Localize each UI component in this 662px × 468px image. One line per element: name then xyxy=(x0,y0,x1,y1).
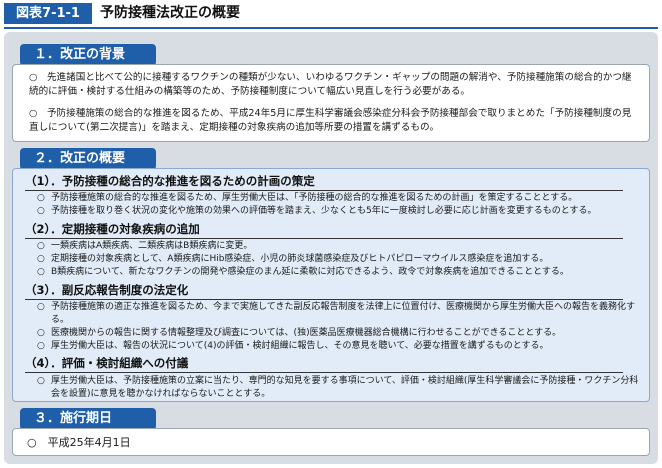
subsection-4-underline xyxy=(25,372,623,373)
subsection-3-title: （3）．副反応報告制度の法定化 xyxy=(25,283,189,297)
section1-paragraph-2: ○ 予防接種施策の総合的な推進を図るため、平成24年5月に厚生科学審議会感染症分… xyxy=(29,108,632,133)
section3-heading: ３．施行期日 xyxy=(20,408,156,430)
section1-paragraph-1: ○ 先進諸国と比べて公的に接種するワクチンの種類が少ない、いわゆるワクチン・ギャ… xyxy=(29,72,632,97)
section1-box: ○ 先進諸国と比べて公的に接種するワクチンの種類が少ない、いわゆるワクチン・ギャ… xyxy=(12,64,650,142)
subsection-2-item-2: ○ 定期接種の対象疾病として、A類疾病にHib感染症、小児の肺炎球菌感染症及びヒト… xyxy=(37,254,549,264)
subsection-3-item-3: ○ 厚生労働大臣は、報告の状況について(4)の評価・検討組織に報告し、その意見を聴… xyxy=(37,341,549,351)
subsection-4-item-1: ○ 厚生労働大臣は、予防接種施策の立案に当たり、専門的な知見を要する事項について、… xyxy=(37,376,639,399)
subsection-2-item-1: ○ 一類疾病はA類疾病、二類疾病はB類疾病に変更。 xyxy=(37,241,253,251)
subsection-3-item-1: ○ 予防接種施策の適正な推進を図るため、今まで実施してきた副反応報告制度を法律上に… xyxy=(37,302,636,325)
subsection-2-underline xyxy=(25,238,623,239)
subsection-3-item-2: ○ 医療機関からの報告に関する情報整理及び調査については、(独)医薬品医療機器総合… xyxy=(37,328,562,338)
subsection-2-item-3: ○ B類疾病について、新たなワクチンの開発や感染症のまん延に柔軟に対応できるよう、… xyxy=(37,267,569,277)
subsection-2-title: （2）．定期接種の対象疾病の追加 xyxy=(25,222,200,236)
subsection-1-underline xyxy=(25,190,623,191)
section1-heading: １．改正の背景 xyxy=(20,44,156,66)
content-panel: １．改正の背景 ○ 先進諸国と比べて公的に接種するワクチンの種類が少ない、いわゆ… xyxy=(4,32,658,464)
section3-box: ○ 平成25年4月1日 xyxy=(12,428,650,456)
subsection-1-title: （1）．予防接種の総合的な推進を図るための計画の策定 xyxy=(25,174,315,188)
section2-box: （1）．予防接種の総合的な推進を図るための計画の策定 ○ 予防接種施策の総合的な推… xyxy=(12,168,650,402)
subsection-1-item-1: ○ 予防接種施策の総合的な推進を図るため、厚生労働大臣は、「予防接種の総合的な推進… xyxy=(37,193,578,203)
header-divider xyxy=(4,27,658,29)
subsection-1-item-2: ○ 予防接種を取り巻く状況の変化や施策の効果への評価等を踏まえ、少なくとも5年に一… xyxy=(37,206,597,216)
figure-label: 図表7-1-1 xyxy=(4,3,92,24)
page-title: 予防接種法改正の概要 xyxy=(100,5,240,21)
effective-date: ○ 平成25年4月1日 xyxy=(27,436,131,449)
subsection-4-title: （4）．評価・検討組織への付議 xyxy=(25,356,189,370)
subsection-3-underline xyxy=(25,299,623,300)
figure-header: 図表7-1-1 予防接種法改正の概要 xyxy=(0,0,662,29)
section2-heading: ２．改正の概要 xyxy=(20,148,156,170)
